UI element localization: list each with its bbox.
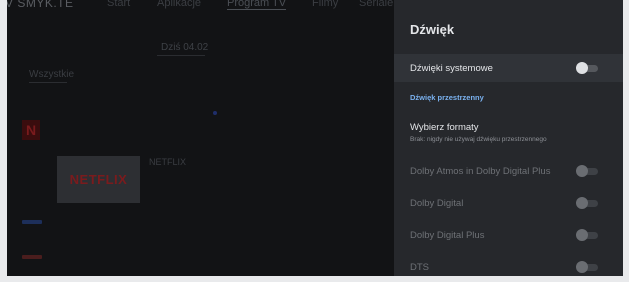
channel-logo-red[interactable] (22, 255, 42, 259)
format-row-dolby-digital[interactable]: Dolby Digital (394, 190, 623, 216)
screen-frame: V SMYK.TE Start Aplikacje Program TV Fil… (0, 0, 629, 282)
netflix-n-glyph: N (25, 122, 37, 138)
netflix-channel-title: NETFLIX (149, 157, 187, 167)
channel-logo-blue[interactable] (22, 220, 42, 224)
panel-title: Dźwięk (410, 22, 455, 37)
format-label-dts: DTS (410, 262, 429, 273)
atmos-toggle[interactable] (575, 165, 600, 177)
format-row-dolby-digital-plus[interactable]: Dolby Digital Plus (394, 222, 623, 248)
netflix-program-tile[interactable]: NETFLIX (57, 156, 140, 203)
format-row-dts[interactable]: DTS (394, 254, 623, 276)
surround-section-header: Dźwięk przestrzenny (410, 93, 484, 102)
tv-screen: V SMYK.TE Start Aplikacje Program TV Fil… (7, 0, 623, 276)
background-app: V SMYK.TE Start Aplikacje Program TV Fil… (7, 0, 394, 276)
nav-item-start[interactable]: Start (107, 0, 130, 9)
nav-item-movies[interactable]: Filmy (312, 0, 338, 9)
focus-indicator-dot (213, 111, 217, 115)
sound-settings-panel: Dźwięk Dźwięki systemowe Dźwięk przestrz… (394, 0, 623, 276)
format-row-atmos[interactable]: Dolby Atmos in Dolby Digital Plus (394, 158, 623, 184)
filter-all[interactable]: Wszystkie (29, 69, 74, 80)
date-selector[interactable]: Dziś 04.02 (161, 42, 208, 53)
filter-underline (29, 82, 67, 83)
toggle-knob (576, 261, 588, 273)
toggle-knob (576, 197, 588, 209)
format-label-dolby-digital-plus: Dolby Digital Plus (410, 230, 485, 241)
system-sounds-label: Dźwięki systemowe (410, 63, 493, 74)
toggle-knob (576, 165, 588, 177)
system-sounds-toggle[interactable] (575, 62, 600, 74)
date-underline (157, 55, 205, 56)
nav-item-series[interactable]: Seriale (359, 0, 393, 9)
dts-toggle[interactable] (575, 261, 600, 273)
nav-item-apps[interactable]: Aplikacje (157, 0, 201, 9)
toggle-knob (576, 229, 588, 241)
nav-item-tv-guide[interactable]: Program TV (227, 0, 287, 10)
brand-logo: V SMYK.TE (7, 0, 74, 10)
choose-formats-row[interactable]: Wybierz formaty (394, 116, 623, 150)
format-label-dolby-digital: Dolby Digital (410, 198, 464, 209)
toggle-knob (576, 62, 588, 74)
choose-formats-label: Wybierz formaty (410, 122, 479, 133)
choose-formats-subtitle: Brak: nigdy nie używaj dźwięku przestrze… (410, 136, 547, 143)
dolby-digital-plus-toggle[interactable] (575, 229, 600, 241)
netflix-channel-logo[interactable]: N (22, 120, 40, 140)
netflix-tile-wordmark: NETFLIX (69, 172, 128, 187)
format-label-atmos: Dolby Atmos in Dolby Digital Plus (410, 166, 551, 177)
system-sounds-row[interactable]: Dźwięki systemowe (394, 54, 623, 82)
dolby-digital-toggle[interactable] (575, 197, 600, 209)
